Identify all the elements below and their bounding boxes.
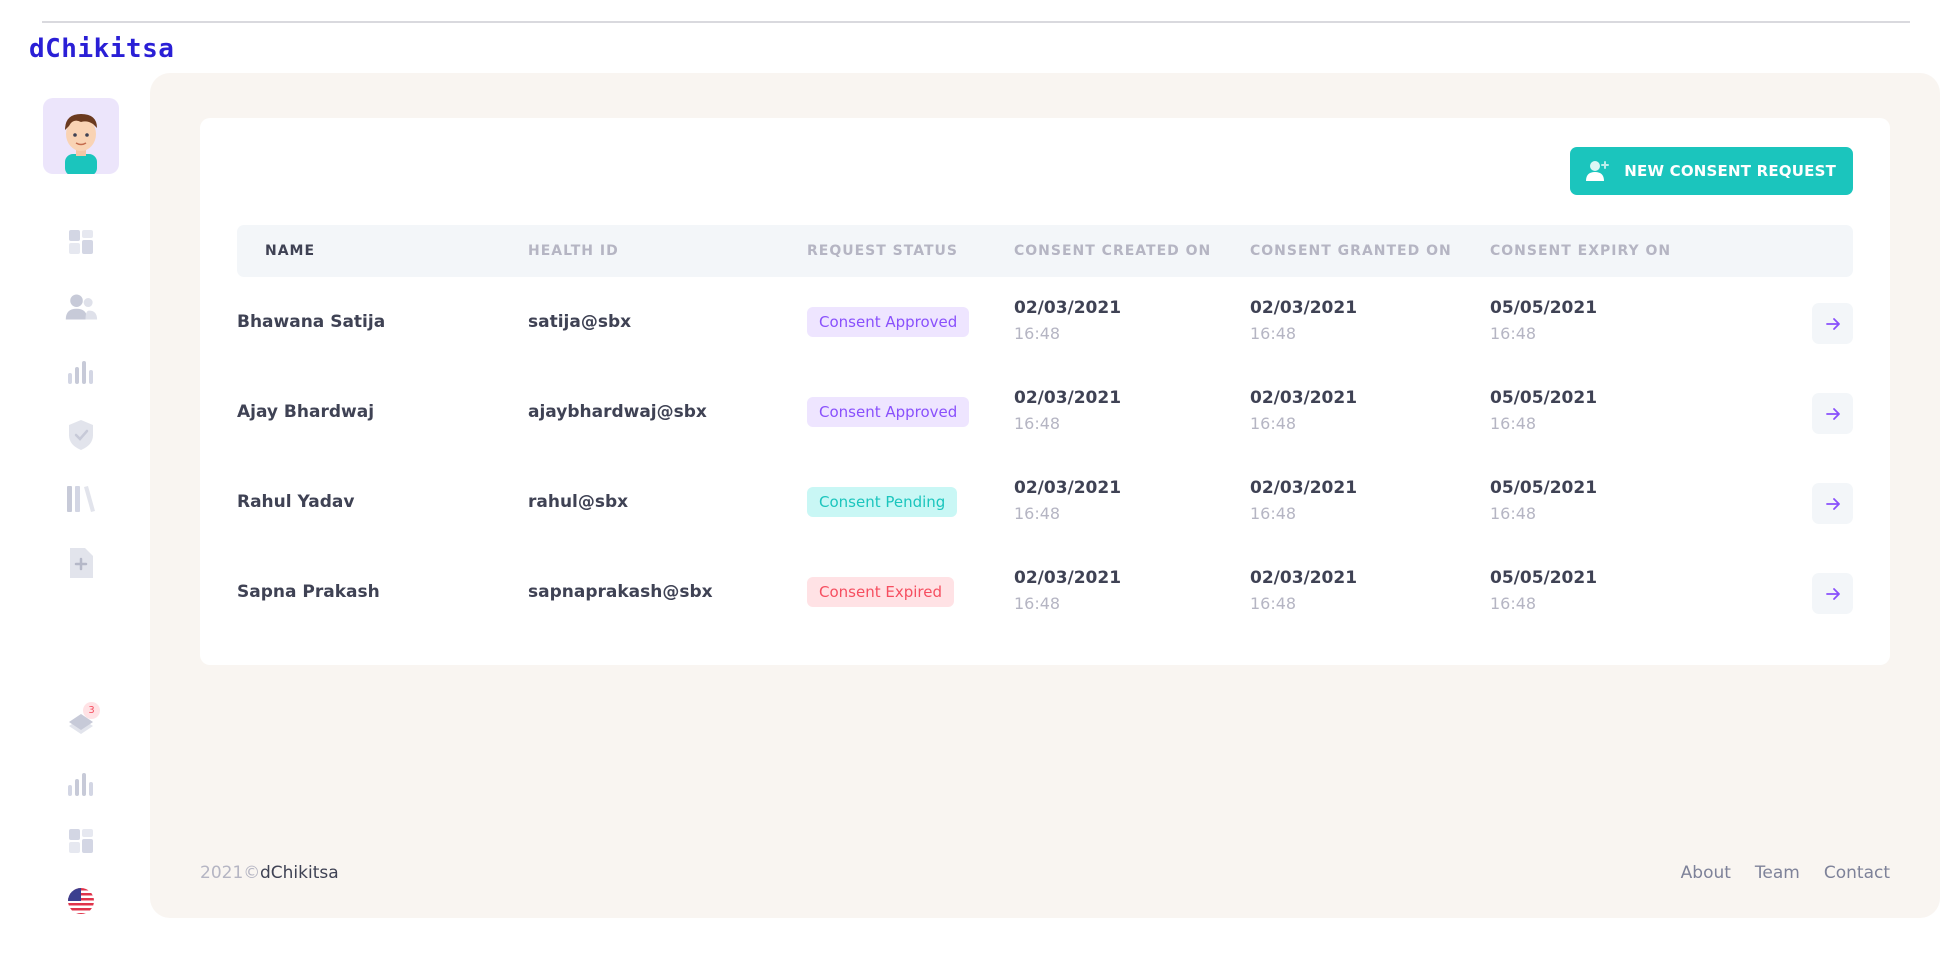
granted-date: 02/03/2021: [1250, 298, 1358, 318]
app-logo[interactable]: dChikitsa: [29, 34, 174, 64]
patient-name[interactable]: Rahul Yadav: [237, 492, 354, 512]
patient-name[interactable]: Ajay Bhardwaj: [237, 402, 374, 422]
footer-link-team[interactable]: Team: [1755, 863, 1800, 883]
created-time: 16:48: [1014, 594, 1061, 613]
created-time: 16:48: [1014, 504, 1061, 523]
footer-link-contact[interactable]: Contact: [1824, 863, 1890, 883]
apps-icon[interactable]: [64, 824, 98, 858]
main-content: NEW CONSENT REQUEST NAME HEALTH ID REQUE…: [150, 73, 1940, 918]
arrow-right-icon: [1825, 587, 1840, 600]
library-icon[interactable]: [64, 482, 98, 516]
top-divider: [42, 21, 1910, 23]
expiry-date: 05/05/2021: [1490, 478, 1598, 498]
column-header-consent-expiry-on[interactable]: CONSENT EXPIRY ON: [1490, 243, 1671, 259]
granted-time: 16:48: [1250, 594, 1297, 613]
expiry-time: 16:48: [1490, 594, 1537, 613]
expiry-date: 05/05/2021: [1490, 388, 1598, 408]
created-date: 02/03/2021: [1014, 568, 1122, 588]
status-badge: Consent Expired: [807, 577, 954, 607]
footer-copyright: 2021©: [200, 863, 261, 883]
table-row: Bhawana Satija satija@sbx Consent Approv…: [237, 278, 1853, 368]
footer-links: About Team Contact: [1681, 863, 1890, 883]
table-row: Ajay Bhardwaj ajaybhardwaj@sbx Consent A…: [237, 368, 1853, 458]
avatar[interactable]: [43, 98, 119, 174]
consent-requests-card: NEW CONSENT REQUEST NAME HEALTH ID REQUE…: [200, 118, 1890, 665]
status-badge: Consent Approved: [807, 397, 970, 427]
health-id: ajaybhardwaj@sbx: [528, 402, 707, 422]
table-header: NAME HEALTH ID REQUEST STATUS CONSENT CR…: [237, 225, 1853, 277]
created-date: 02/03/2021: [1014, 298, 1122, 318]
column-header-request-status[interactable]: REQUEST STATUS: [807, 243, 958, 259]
expiry-date: 05/05/2021: [1490, 298, 1598, 318]
dashboard-icon[interactable]: [64, 225, 98, 259]
notifications-icon[interactable]: 3: [64, 702, 100, 742]
users-icon[interactable]: [64, 290, 98, 324]
sidebar: 3: [0, 90, 150, 973]
arrow-right-icon: [1825, 407, 1840, 420]
footer-link-about[interactable]: About: [1681, 863, 1731, 883]
expiry-time: 16:48: [1490, 324, 1537, 343]
add-user-icon: [1586, 161, 1610, 181]
granted-date: 02/03/2021: [1250, 568, 1358, 588]
expiry-time: 16:48: [1490, 504, 1537, 523]
granted-date: 02/03/2021: [1250, 478, 1358, 498]
new-consent-request-label: NEW CONSENT REQUEST: [1624, 162, 1836, 180]
granted-date: 02/03/2021: [1250, 388, 1358, 408]
column-header-consent-granted-on[interactable]: CONSENT GRANTED ON: [1250, 243, 1452, 259]
view-details-button[interactable]: [1812, 573, 1853, 614]
footer: 2021© dChikitsa About Team Contact: [200, 863, 1890, 887]
analytics-icon[interactable]: [64, 355, 98, 389]
arrow-right-icon: [1825, 317, 1840, 330]
granted-time: 16:48: [1250, 414, 1297, 433]
us-flag-icon[interactable]: [64, 884, 98, 918]
view-details-button[interactable]: [1812, 303, 1853, 344]
status-badge: Consent Approved: [807, 307, 970, 337]
health-id: sapnaprakash@sbx: [528, 582, 713, 602]
health-id: satija@sbx: [528, 312, 632, 332]
granted-time: 16:48: [1250, 324, 1297, 343]
table-row: Rahul Yadav rahul@sbx Consent Pending 02…: [237, 458, 1853, 548]
created-time: 16:48: [1014, 414, 1061, 433]
patient-name[interactable]: Bhawana Satija: [237, 312, 385, 332]
column-header-health-id[interactable]: HEALTH ID: [528, 243, 619, 259]
arrow-right-icon: [1825, 497, 1840, 510]
granted-time: 16:48: [1250, 504, 1297, 523]
column-header-name[interactable]: NAME: [265, 243, 315, 259]
status-badge: Consent Pending: [807, 487, 958, 517]
view-details-button[interactable]: [1812, 483, 1853, 524]
reports-icon[interactable]: [64, 767, 98, 801]
created-time: 16:48: [1014, 324, 1061, 343]
table-row: Sapna Prakash sapnaprakash@sbx Consent E…: [237, 548, 1853, 638]
patient-name[interactable]: Sapna Prakash: [237, 582, 380, 602]
column-header-consent-created-on[interactable]: CONSENT CREATED ON: [1014, 243, 1211, 259]
expiry-date: 05/05/2021: [1490, 568, 1598, 588]
view-details-button[interactable]: [1812, 393, 1853, 434]
expiry-time: 16:48: [1490, 414, 1537, 433]
shield-icon[interactable]: [64, 418, 98, 452]
new-consent-request-button[interactable]: NEW CONSENT REQUEST: [1570, 147, 1853, 195]
created-date: 02/03/2021: [1014, 478, 1122, 498]
add-file-icon[interactable]: [64, 546, 98, 580]
created-date: 02/03/2021: [1014, 388, 1122, 408]
notification-count-badge: 3: [83, 702, 100, 719]
footer-brand-link[interactable]: dChikitsa: [260, 863, 339, 883]
health-id: rahul@sbx: [528, 492, 629, 512]
